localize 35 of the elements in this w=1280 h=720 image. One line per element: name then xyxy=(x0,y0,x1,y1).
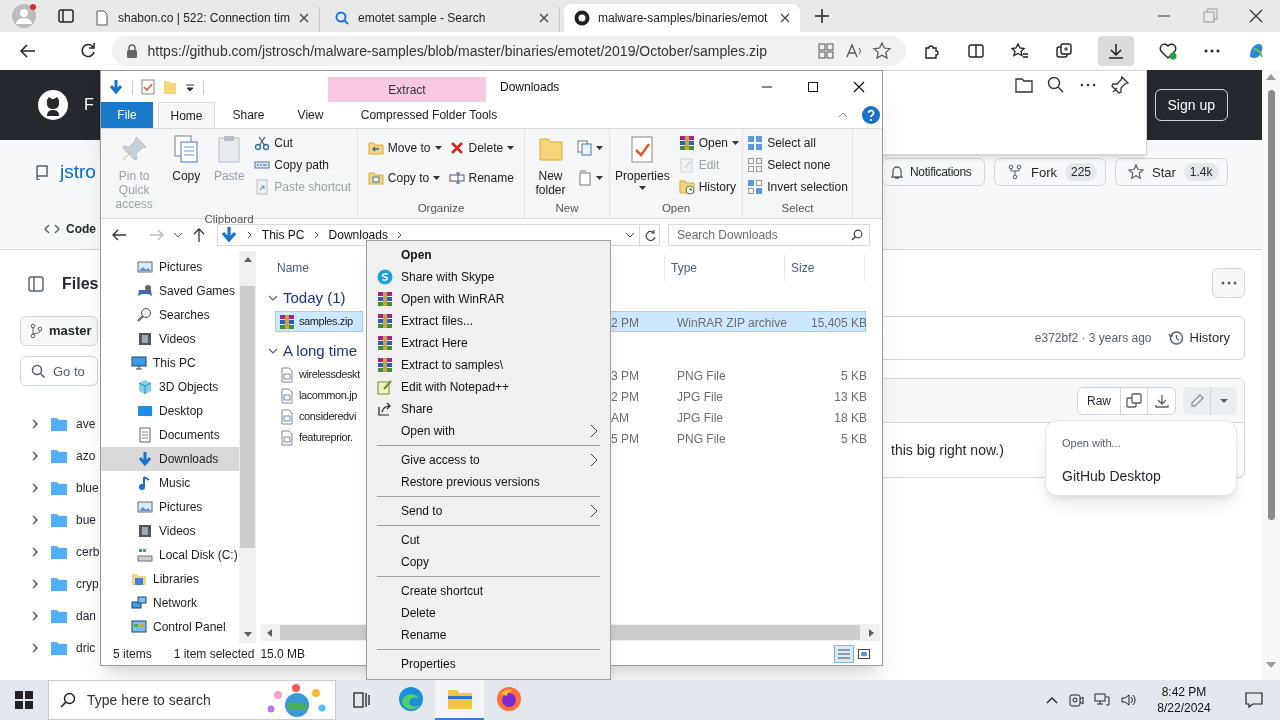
file-type: PNG File xyxy=(677,431,726,446)
file-name: featureprior. xyxy=(299,430,353,446)
file-name: samples.zip xyxy=(299,314,353,330)
ribbon-group-label: Open xyxy=(660,201,692,216)
file-type: JPG File xyxy=(677,410,723,425)
ribbon-group-label: Select xyxy=(780,201,815,216)
selection-info: 1 item selected xyxy=(173,646,255,663)
ribbon-group-label: Organize xyxy=(416,201,466,216)
file-size: 18 KB xyxy=(834,410,867,425)
context-tab-group: Extract xyxy=(328,77,486,102)
file-size: 13 KB xyxy=(834,389,867,404)
selection-size: 15.0 MB xyxy=(260,646,306,663)
file-type: PNG File xyxy=(677,368,726,383)
file-name: lacommon.jp xyxy=(299,388,357,404)
file-name: consideredvi xyxy=(299,409,356,425)
file-date: 2 PM xyxy=(611,315,639,330)
file-date: AM xyxy=(611,410,629,425)
ribbon-group-label: Clipboard xyxy=(203,212,255,227)
file-size: 5 KB xyxy=(841,431,867,446)
item-count: 5 items xyxy=(113,646,152,663)
file-size: 15,405 KB xyxy=(810,315,867,330)
counter: 225 xyxy=(1065,163,1098,182)
window-title: Downloads xyxy=(500,78,560,96)
file-date: 3 PM xyxy=(611,368,639,383)
menu-heading: Open with... xyxy=(1062,436,1122,451)
file-size: 5 KB xyxy=(841,368,867,383)
file-date: 2 PM xyxy=(611,389,639,404)
files-heading: Files xyxy=(62,274,99,294)
file-name: wirelessdeskt xyxy=(299,367,360,383)
file-too-large-message: this big right now.) xyxy=(891,440,1004,460)
ribbon-group-label: New xyxy=(554,201,580,216)
file-date: 5 PM xyxy=(611,431,639,446)
file-type: WinRAR ZIP archive xyxy=(677,315,787,330)
file-type: JPG File xyxy=(677,389,723,404)
counter: 1.4k xyxy=(1183,163,1219,182)
